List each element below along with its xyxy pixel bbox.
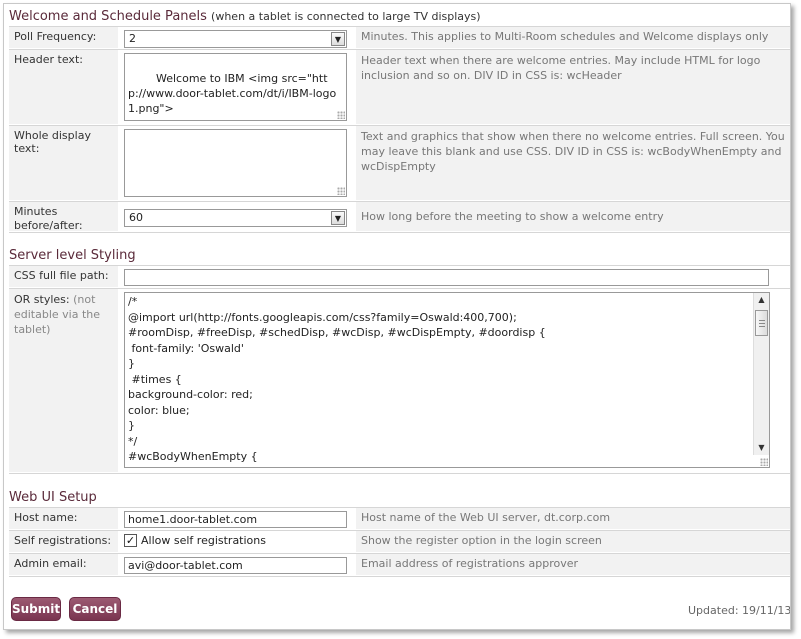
code-line: #roomDisp, #freeDisp, #schedDisp, #wcDis… bbox=[128, 326, 546, 339]
code-line: background: url(http://www.door-tablet.c… bbox=[128, 465, 751, 468]
scrollbar-thumb[interactable] bbox=[755, 310, 768, 336]
or-styles-label: OR styles: (not editable via the tablet) bbox=[9, 289, 119, 472]
settings-window: Welcome and Schedule Panels (when a tabl… bbox=[3, 3, 791, 630]
self-registration-row: Self registrations: ✓ Allow self registr… bbox=[9, 530, 790, 552]
host-name-input[interactable]: home1.door-tablet.com bbox=[124, 511, 347, 528]
whole-display-input[interactable] bbox=[124, 129, 347, 197]
self-registration-checkbox[interactable]: ✓ bbox=[124, 534, 137, 547]
chevron-down-icon[interactable]: ▼ bbox=[331, 211, 345, 225]
css-path-label: CSS full file path: bbox=[9, 266, 119, 287]
whole-display-help: Text and graphics that show when there n… bbox=[356, 126, 790, 200]
whole-display-label: Whole display text: bbox=[9, 126, 119, 200]
arrow-down-icon[interactable]: ▼ bbox=[754, 441, 769, 455]
minutes-cell: 60 ▼ bbox=[121, 202, 354, 231]
host-name-label: Host name: bbox=[9, 508, 119, 529]
resize-grip-icon[interactable] bbox=[337, 187, 345, 195]
or-styles-code: /* @import url(http://fonts.googleapis.co… bbox=[128, 294, 751, 468]
header-text-help: Header text when there are welcome entri… bbox=[356, 50, 790, 124]
divider bbox=[9, 232, 790, 233]
header-text-cell: Welcome to IBM <img src="http://www.door… bbox=[121, 50, 354, 124]
admin-email-cell: avi@door-tablet.com bbox=[121, 554, 354, 575]
submit-button[interactable]: Submit bbox=[11, 597, 61, 621]
resize-grip-icon[interactable] bbox=[337, 111, 345, 119]
admin-email-input[interactable]: avi@door-tablet.com bbox=[124, 557, 347, 574]
or-styles-cell: /* @import url(http://fonts.googleapis.co… bbox=[121, 289, 771, 472]
header-text-value: Welcome to IBM <img src="http://www.door… bbox=[128, 72, 337, 115]
welcome-subtitle: (when a tablet is connected to large TV … bbox=[211, 10, 481, 23]
code-line: background-color: red; bbox=[128, 388, 253, 401]
chevron-down-icon[interactable]: ▼ bbox=[331, 32, 345, 46]
or-styles-label-text: OR styles: bbox=[14, 293, 70, 306]
header-text-input[interactable]: Welcome to IBM <img src="http://www.door… bbox=[124, 53, 347, 121]
poll-frequency-cell: 2 ▼ bbox=[121, 27, 354, 48]
welcome-title-text: Welcome and Schedule Panels bbox=[9, 9, 207, 24]
welcome-section-title: Welcome and Schedule Panels (when a tabl… bbox=[9, 9, 481, 24]
minutes-select[interactable]: 60 ▼ bbox=[124, 209, 347, 227]
cancel-button[interactable]: Cancel bbox=[69, 597, 121, 621]
self-registration-label: Self registrations: bbox=[9, 531, 119, 552]
code-line: font-family: 'Oswald' bbox=[128, 341, 244, 355]
minutes-help: How long before the meeting to show a we… bbox=[356, 202, 790, 231]
code-line: } bbox=[128, 357, 135, 370]
admin-email-help: Email address of registrations approver bbox=[356, 554, 790, 575]
self-registration-cell: ✓ Allow self registrations bbox=[121, 531, 354, 552]
arrow-up-icon[interactable]: ▲ bbox=[754, 293, 769, 307]
code-line: /* bbox=[128, 295, 138, 308]
or-styles-textarea[interactable]: /* @import url(http://fonts.googleapis.co… bbox=[124, 292, 770, 468]
host-name-row: Host name: home1.door-tablet.com Host na… bbox=[9, 507, 790, 529]
minutes-label: Minutes before/after: bbox=[9, 202, 119, 232]
code-line: @import url(http://fonts.googleapis.com/… bbox=[128, 310, 517, 324]
check-icon: ✓ bbox=[125, 534, 136, 547]
code-line: } bbox=[128, 419, 135, 432]
divider bbox=[9, 473, 790, 474]
code-line: #wcBodyWhenEmpty { bbox=[128, 450, 258, 463]
admin-email-row: Admin email: avi@door-tablet.com Email a… bbox=[9, 553, 790, 575]
code-line: */ bbox=[128, 434, 138, 448]
poll-frequency-help: Minutes. This applies to Multi-Room sche… bbox=[356, 27, 790, 48]
poll-frequency-value: 2 bbox=[129, 32, 136, 45]
or-styles-row: OR styles: (not editable via the tablet)… bbox=[9, 288, 790, 472]
divider bbox=[9, 576, 790, 577]
self-registration-check-label[interactable]: Allow self registrations bbox=[141, 534, 266, 547]
code-line: color: blue; bbox=[128, 403, 190, 417]
minutes-value: 60 bbox=[129, 211, 143, 224]
code-line: #times { bbox=[128, 372, 182, 386]
whole-display-row: Whole display text: Text and graphics th… bbox=[9, 125, 790, 200]
poll-frequency-select[interactable]: 2 ▼ bbox=[124, 30, 347, 48]
scrollbar[interactable]: ▲ ▼ bbox=[753, 293, 769, 455]
css-path-row: CSS full file path: bbox=[9, 265, 790, 287]
poll-frequency-label: Poll Frequency: bbox=[9, 27, 119, 48]
host-name-cell: home1.door-tablet.com bbox=[121, 508, 354, 529]
server-section-title: Server level Styling bbox=[9, 248, 136, 263]
admin-email-label: Admin email: bbox=[9, 554, 119, 575]
css-path-input[interactable] bbox=[124, 269, 769, 286]
header-text-label: Header text: bbox=[9, 50, 119, 124]
css-path-cell bbox=[121, 266, 771, 287]
webui-section-title: Web UI Setup bbox=[9, 490, 97, 505]
minutes-row: Minutes before/after: 60 ▼ How long befo… bbox=[9, 201, 790, 232]
self-registration-help: Show the register option in the login sc… bbox=[356, 531, 790, 552]
host-name-help: Host name of the Web UI server, dt.corp.… bbox=[356, 508, 790, 529]
poll-frequency-row: Poll Frequency: 2 ▼ Minutes. This applie… bbox=[9, 26, 790, 48]
updated-timestamp: Updated: 19/11/13 1 bbox=[688, 604, 791, 617]
resize-grip-icon[interactable] bbox=[760, 458, 768, 466]
header-text-row: Header text: Welcome to IBM <img src="ht… bbox=[9, 49, 790, 124]
whole-display-cell bbox=[121, 126, 354, 200]
